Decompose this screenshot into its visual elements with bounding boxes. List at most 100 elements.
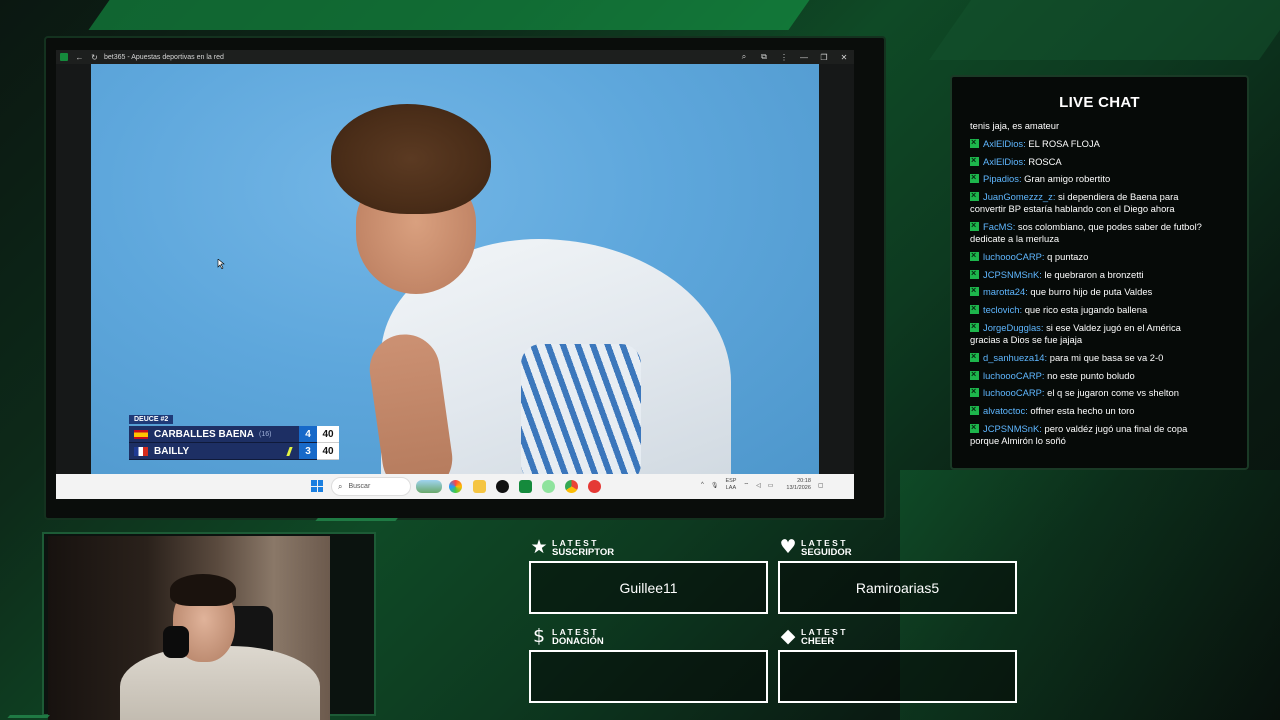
chat-badge-icon — [970, 219, 979, 231]
chat-text: si ese Valdez jugó en el América — [1043, 321, 1181, 333]
chat-username[interactable]: JCPSNMSnK — [983, 269, 1039, 280]
chat-username[interactable]: JorgeDugglas — [983, 322, 1041, 333]
widget-kind-label: DONACIÓN — [552, 636, 604, 647]
player-name: CARBALLES BAENA — [154, 428, 254, 440]
back-arrow-icon[interactable]: ← — [74, 52, 85, 63]
chat-badge-icon — [970, 368, 979, 380]
bet365-app-icon[interactable] — [519, 480, 532, 493]
wifi-icon[interactable]: ⌔ — [743, 481, 749, 489]
chat-title: LIVE CHAT — [1059, 94, 1140, 111]
chat-message: AxlElDios: EL ROSA FLOJA — [970, 136, 1230, 150]
weather-widget-icon[interactable] — [416, 480, 442, 493]
set-score: 4 — [299, 426, 317, 443]
latest-donacion-value — [529, 650, 768, 703]
chat-username[interactable]: JCPSNMSnK — [983, 423, 1039, 434]
background-stripe — [928, 0, 1280, 60]
chat-message: d_sanhueza14: para mi que basa se va 2-0 — [970, 350, 1230, 364]
chat-message-list[interactable]: tenis jaja, es amateur AxlElDios: EL ROS… — [970, 120, 1230, 460]
chat-badge-icon — [970, 350, 979, 362]
latest-cheer-value — [778, 650, 1017, 703]
cam-decoration — [306, 518, 398, 532]
chat-message: teclovich: que rico esta jugando ballena — [970, 302, 1230, 316]
notification-icon[interactable]: ▢ — [818, 482, 824, 489]
chat-text: le quebraron a bronzetti — [1041, 268, 1144, 280]
taskbar-clock[interactable]: 20:18 13/1/2026 — [786, 478, 810, 492]
dollar-icon: $ — [532, 625, 546, 647]
search-icon: ⌕ — [338, 481, 343, 491]
widget-kind-label: SEGUIDOR — [801, 547, 852, 558]
chat-username[interactable]: luchoooCARP — [983, 251, 1042, 262]
latest-suscriptor-widget: ★ LATEST SUSCRIPTOR Guillee11 — [529, 537, 768, 614]
copilot-icon[interactable] — [449, 480, 462, 493]
chat-badge-icon — [970, 385, 979, 398]
close-button[interactable]: ✕ — [838, 53, 850, 62]
chat-username[interactable]: AxlElDios — [983, 156, 1023, 167]
chat-text: para mi que basa se va 2-0 — [1047, 351, 1164, 363]
chat-username[interactable]: JuanGomezzz_z — [983, 191, 1053, 202]
chat-message: luchoooCARP: el q se jugaron come vs she… — [970, 385, 1230, 399]
chat-badge-icon — [970, 284, 979, 297]
chat-message: alvatoctoc: offner esta hecho un toro — [970, 403, 1230, 417]
volume-icon[interactable]: ◁ — [756, 482, 761, 489]
star-icon: ★ — [530, 536, 548, 558]
live-chat-panel: LIVE CHAT tenis jaja, es amateur AxlElDi… — [950, 75, 1249, 470]
chat-message: marotta24: que burro hijo de puta Valdes — [970, 284, 1230, 298]
chat-badge-icon — [970, 267, 979, 279]
microphone — [163, 626, 189, 658]
chat-username[interactable]: luchoooCARP — [983, 387, 1042, 398]
latest-cheer-widget: ◆ LATEST CHEER — [778, 626, 1017, 703]
chrome-icon[interactable] — [565, 480, 578, 493]
chat-text: no este punto boludo — [1044, 369, 1135, 381]
spain-flag-icon — [134, 429, 148, 439]
extensions-icon[interactable]: ⧉ — [758, 52, 770, 62]
chat-username[interactable]: marotta24 — [983, 286, 1025, 297]
chevron-up-icon[interactable]: ^ — [701, 482, 704, 488]
serve-indicator-icon — [286, 446, 293, 456]
browser-titlebar: ← ↻ bet365 - Apuestas deportivas en la r… — [56, 50, 854, 64]
chat-username[interactable]: alvatoctoc — [983, 405, 1025, 416]
tennis-broadcast-video[interactable]: DEUCE #2 CARBALLES BAENA (16) 4 40 BAILL… — [91, 64, 819, 474]
chat-text: EL ROSA FLOJA — [1025, 137, 1100, 149]
chat-text-continued: gracias a Dios se fue jajaja — [970, 333, 1083, 345]
menu-dots-icon[interactable]: ⋮ — [778, 53, 790, 62]
chat-message: JorgeDugglas: si ese Valdez jugó en el A… — [970, 320, 1230, 346]
zoom-icon[interactable]: ⌕ — [738, 52, 750, 62]
system-tray: ^ 🎙 ESP LAA ⌔ ◁ ▭ 20:18 13/1/2026 ▢ — [701, 478, 824, 492]
whatsapp-icon[interactable] — [542, 480, 555, 493]
chat-text: que burro hijo de puta Valdes — [1027, 286, 1153, 298]
shirt-pattern — [521, 344, 641, 474]
minimize-button[interactable]: — — [798, 53, 810, 62]
restore-button[interactable]: ❐ — [818, 53, 830, 62]
windows-start-icon[interactable] — [311, 480, 323, 492]
battery-icon[interactable]: ▭ — [768, 482, 774, 489]
scoreboard-row-player-1: CARBALLES BAENA (16) 4 40 — [129, 426, 339, 443]
tiktok-icon[interactable] — [496, 480, 509, 493]
language-indicator[interactable]: ESP LAA — [725, 478, 736, 492]
chat-message: FacMS: sos colombiano, que podes saber d… — [970, 219, 1230, 245]
chat-username[interactable]: luchoooCARP — [983, 370, 1042, 381]
chat-badge-icon — [970, 302, 979, 315]
widget-kind-label: CHEER — [801, 636, 835, 647]
scoreboard-tag: DEUCE #2 — [129, 415, 174, 424]
chat-message: JuanGomezzz_z: si dependiera de Baena pa… — [970, 189, 1230, 215]
microphone-icon[interactable]: 🎙 — [711, 482, 719, 489]
chat-username[interactable]: d_sanhueza14 — [983, 352, 1045, 363]
chat-username[interactable]: AxlElDios — [983, 138, 1023, 149]
chat-username[interactable]: FacMS — [983, 221, 1013, 232]
search-placeholder: Buscar — [348, 483, 371, 490]
taskbar-search[interactable]: ⌕ Buscar — [331, 477, 411, 496]
chat-badge-icon — [970, 320, 979, 332]
chat-text: pero valdéz jugó una final de copa — [1041, 422, 1188, 434]
scoreboard-row-player-2: BAILLY 3 40 — [129, 443, 339, 460]
chat-message: luchoooCARP: q puntazo — [970, 249, 1230, 263]
set-score: 3 — [299, 443, 317, 460]
reload-icon[interactable]: ↻ — [89, 52, 100, 63]
chat-username[interactable]: teclovich — [983, 304, 1019, 315]
chat-message: tenis jaja, es amateur — [970, 120, 1060, 131]
video-player[interactable]: DEUCE #2 CARBALLES BAENA (16) 4 40 BAILL… — [56, 64, 854, 474]
chat-username[interactable]: Pipadios — [983, 173, 1019, 184]
file-explorer-icon[interactable] — [473, 480, 486, 493]
webcam-feed — [48, 536, 330, 720]
france-flag-icon — [134, 446, 148, 456]
recording-app-icon[interactable] — [588, 480, 601, 493]
